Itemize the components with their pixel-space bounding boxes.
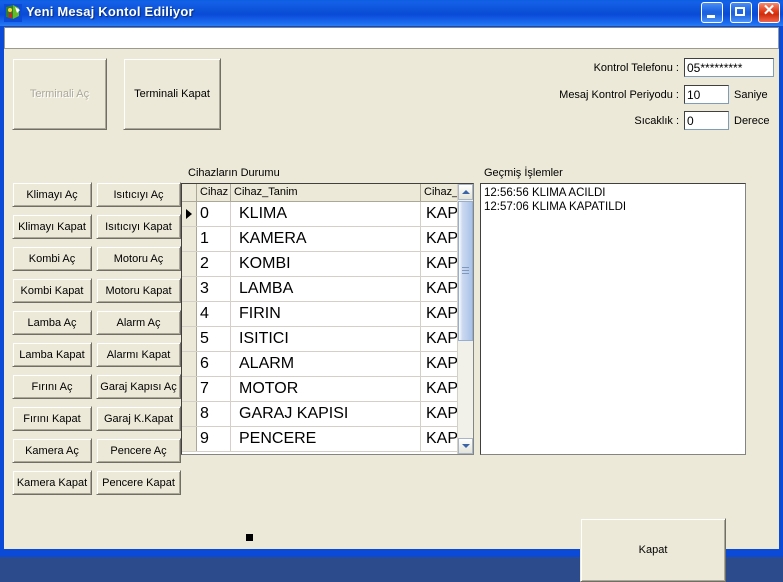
row-selector[interactable]	[182, 402, 197, 426]
row-selector[interactable]	[182, 427, 197, 451]
scroll-down-icon[interactable]	[458, 438, 473, 454]
command-button-alarm-a[interactable]: Alarm Aç	[96, 310, 181, 335]
scrollbar-grip-icon	[462, 267, 469, 275]
grid-row[interactable]: 1KAMERAKAPALI	[182, 227, 473, 252]
period-unit-label: Saniye	[734, 89, 768, 101]
cell-cihaz-tanim[interactable]: GARAJ KAPISI	[231, 402, 421, 426]
command-button-lamba-kapat[interactable]: Lamba Kapat	[12, 342, 92, 367]
cell-cihaz[interactable]: 3	[197, 277, 231, 301]
command-button-kamera-a[interactable]: Kamera Aç	[12, 438, 92, 463]
grid-corner-cell	[182, 184, 197, 201]
title-bar[interactable]: Yeni Mesaj Kontol Ediliyor ✕	[0, 0, 783, 26]
command-button-motoru-a[interactable]: Motoru Aç	[96, 246, 181, 271]
toolbar-strip	[4, 27, 779, 49]
cell-cihaz[interactable]: 2	[197, 252, 231, 276]
device-status-grid[interactable]: Cihaz Cihaz_Tanim Cihaz_Durumu 0KLIMAKAP…	[181, 183, 474, 455]
row-selector-current-icon[interactable]	[182, 202, 197, 226]
app-icon	[4, 4, 22, 22]
cell-cihaz[interactable]: 4	[197, 302, 231, 326]
temperature-unit-label: Derece	[734, 115, 770, 127]
grid-row[interactable]: 3LAMBAKAPALI	[182, 277, 473, 302]
close-icon: ✕	[762, 2, 776, 19]
row-selector[interactable]	[182, 327, 197, 351]
grid-row[interactable]: 8GARAJ KAPISIKAPALI	[182, 402, 473, 427]
command-button-f-r-n-kapat[interactable]: Fırını Kapat	[12, 406, 92, 431]
temperature-label: Sıcaklık :	[634, 115, 679, 127]
command-button-kombi-kapat[interactable]: Kombi Kapat	[12, 278, 92, 303]
command-button-garaj-k-kapat[interactable]: Garaj K.Kapat	[96, 406, 181, 431]
row-selector[interactable]	[182, 302, 197, 326]
cell-cihaz-tanim[interactable]: ALARM	[231, 352, 421, 376]
grid-row[interactable]: 9PENCEREKAPALI	[182, 427, 473, 452]
window-controls: ✕	[699, 2, 780, 24]
cell-cihaz-tanim[interactable]: PENCERE	[231, 427, 421, 451]
cell-cihaz[interactable]: 7	[197, 377, 231, 401]
cell-cihaz-tanim[interactable]: ISITICI	[231, 327, 421, 351]
application-window: Yeni Mesaj Kontol Ediliyor ✕ Terminali A…	[0, 0, 783, 582]
grid-header-cihaz-tanim[interactable]: Cihaz_Tanim	[231, 184, 421, 201]
row-selector[interactable]	[182, 252, 197, 276]
grid-body: 0KLIMAKAPALI1KAMERAKAPALI2KOMBIKAPALI3LA…	[182, 202, 473, 454]
scrollbar-thumb[interactable]	[458, 201, 473, 341]
minimize-button[interactable]	[701, 2, 724, 23]
cell-cihaz[interactable]: 6	[197, 352, 231, 376]
period-input[interactable]: 10	[684, 85, 729, 104]
command-button-garaj-kap-s-a[interactable]: Garaj Kapısı Aç	[96, 374, 181, 399]
command-button-is-t-c-y-kapat[interactable]: Isıtıcıyı Kapat	[96, 214, 181, 239]
grid-vertical-scrollbar[interactable]	[457, 184, 473, 454]
cell-cihaz[interactable]: 9	[197, 427, 231, 451]
grid-row[interactable]: 7MOTORKAPALI	[182, 377, 473, 402]
command-button-kombi-a[interactable]: Kombi Aç	[12, 246, 92, 271]
history-label: Geçmiş İşlemler	[484, 167, 563, 179]
phone-label: Kontrol Telefonu :	[593, 62, 679, 74]
grid-header-cihaz[interactable]: Cihaz	[197, 184, 231, 201]
temperature-input[interactable]: 0	[684, 111, 729, 130]
command-button-is-t-c-y-a[interactable]: Isıtıcıyı Aç	[96, 182, 181, 207]
grid-row[interactable]: 5ISITICIKAPALI	[182, 327, 473, 352]
command-button-kamera-kapat[interactable]: Kamera Kapat	[12, 470, 92, 495]
command-button-klimay-a[interactable]: Klimayı Aç	[12, 182, 92, 207]
maximize-button[interactable]	[729, 2, 752, 23]
row-selector[interactable]	[182, 377, 197, 401]
command-button-klimay-kapat[interactable]: Klimayı Kapat	[12, 214, 92, 239]
row-selector[interactable]	[182, 277, 197, 301]
history-log-list[interactable]: 12:56:56 KLIMA ACILDI 12:57:06 KLIMA KAPA…	[480, 183, 746, 455]
command-button-pencere-kapat[interactable]: Pencere Kapat	[96, 470, 181, 495]
terminal-open-button[interactable]: Terminali Aç	[12, 58, 107, 130]
history-log-entry[interactable]: 12:57:06 KLIMA KAPATILDI	[484, 200, 742, 214]
period-label: Mesaj Kontrol Periyodu :	[559, 89, 679, 101]
terminal-close-button[interactable]: Terminali Kapat	[123, 58, 221, 130]
scroll-up-icon[interactable]	[458, 184, 473, 200]
grid-header-row: Cihaz Cihaz_Tanim Cihaz_Durumu	[182, 184, 473, 202]
command-button-alarm-kapat[interactable]: Alarmı Kapat	[96, 342, 181, 367]
row-selector[interactable]	[182, 227, 197, 251]
close-form-button[interactable]: Kapat	[580, 518, 726, 582]
cell-cihaz-tanim[interactable]: KOMBI	[231, 252, 421, 276]
cell-cihaz-tanim[interactable]: KLIMA	[231, 202, 421, 226]
close-window-button[interactable]: ✕	[758, 2, 780, 23]
cell-cihaz[interactable]: 0	[197, 202, 231, 226]
grid-row[interactable]: 6ALARMKAPALI	[182, 352, 473, 377]
row-selector[interactable]	[182, 352, 197, 376]
window-title: Yeni Mesaj Kontol Ediliyor	[26, 4, 194, 19]
grid-row[interactable]: 0KLIMAKAPALI	[182, 202, 473, 227]
cell-cihaz[interactable]: 8	[197, 402, 231, 426]
stray-marker	[246, 534, 253, 541]
cell-cihaz[interactable]: 1	[197, 227, 231, 251]
cell-cihaz-tanim[interactable]: MOTOR	[231, 377, 421, 401]
grid-row[interactable]: 4FIRINKAPALI	[182, 302, 473, 327]
grid-row[interactable]: 2KOMBIKAPALI	[182, 252, 473, 277]
device-grid-label: Cihazların Durumu	[188, 167, 280, 179]
history-log-entry[interactable]: 12:56:56 KLIMA ACILDI	[484, 186, 742, 200]
phone-input[interactable]: 05*********	[684, 58, 774, 77]
command-button-f-r-n-a[interactable]: Fırını Aç	[12, 374, 92, 399]
cell-cihaz[interactable]: 5	[197, 327, 231, 351]
cell-cihaz-tanim[interactable]: LAMBA	[231, 277, 421, 301]
command-button-pencere-a[interactable]: Pencere Aç	[96, 438, 181, 463]
cell-cihaz-tanim[interactable]: FIRIN	[231, 302, 421, 326]
command-button-lamba-a[interactable]: Lamba Aç	[12, 310, 92, 335]
cell-cihaz-tanim[interactable]: KAMERA	[231, 227, 421, 251]
command-button-motoru-kapat[interactable]: Motoru Kapat	[96, 278, 181, 303]
